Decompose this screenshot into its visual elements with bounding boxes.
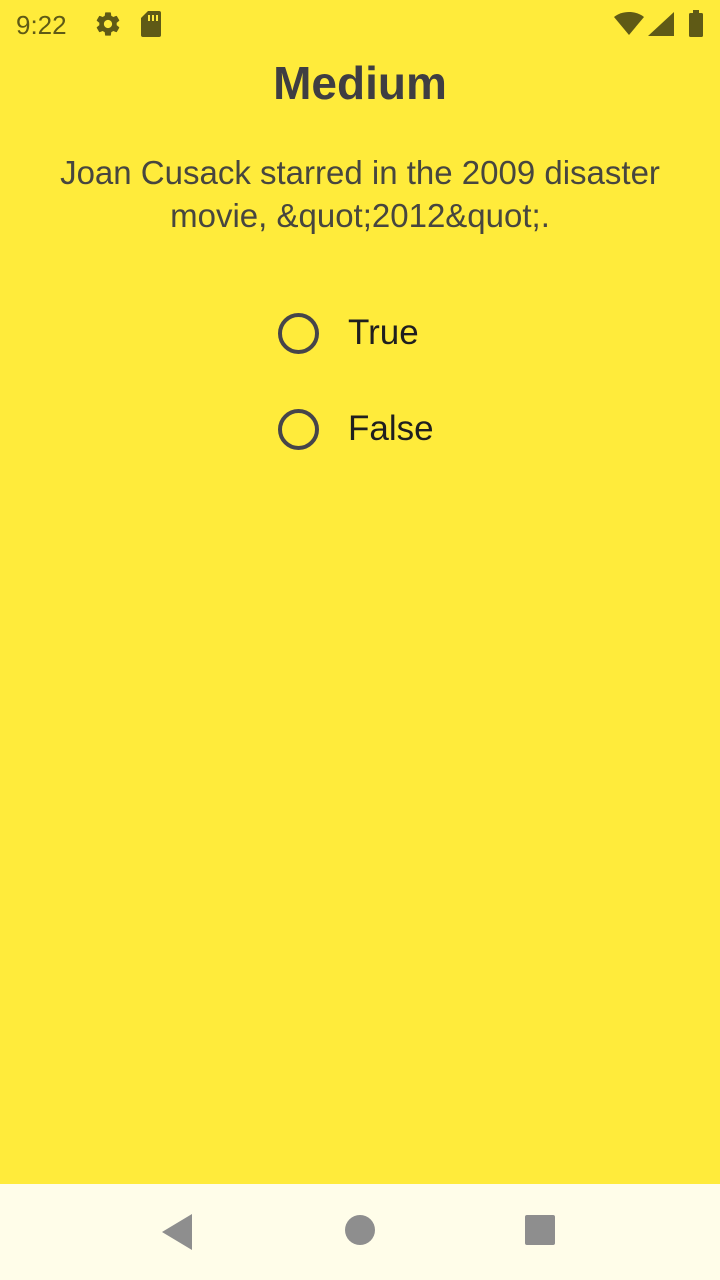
navigation-bar: [0, 1184, 720, 1280]
sd-card-icon: [140, 10, 162, 43]
signal-icon: [648, 12, 674, 41]
recents-icon[interactable]: [524, 1214, 556, 1251]
back-icon[interactable]: [162, 1214, 194, 1255]
battery-icon: [688, 10, 704, 43]
radio-button[interactable]: [278, 312, 319, 354]
status-bar: 9:22: [0, 0, 720, 48]
radio-button[interactable]: [278, 408, 319, 450]
option-true[interactable]: True: [278, 310, 434, 356]
gear-icon: [94, 10, 122, 43]
option-label: False: [348, 409, 434, 448]
question-text: Joan Cusack starred in the 2009 disaster…: [60, 154, 660, 234]
option-false[interactable]: False: [278, 406, 434, 452]
wifi-icon: [614, 12, 644, 41]
home-icon[interactable]: [344, 1214, 376, 1251]
status-time: 9:22: [16, 10, 67, 40]
difficulty-title: Medium: [273, 57, 447, 109]
option-label: True: [348, 313, 419, 352]
answer-options: True False: [278, 310, 434, 502]
